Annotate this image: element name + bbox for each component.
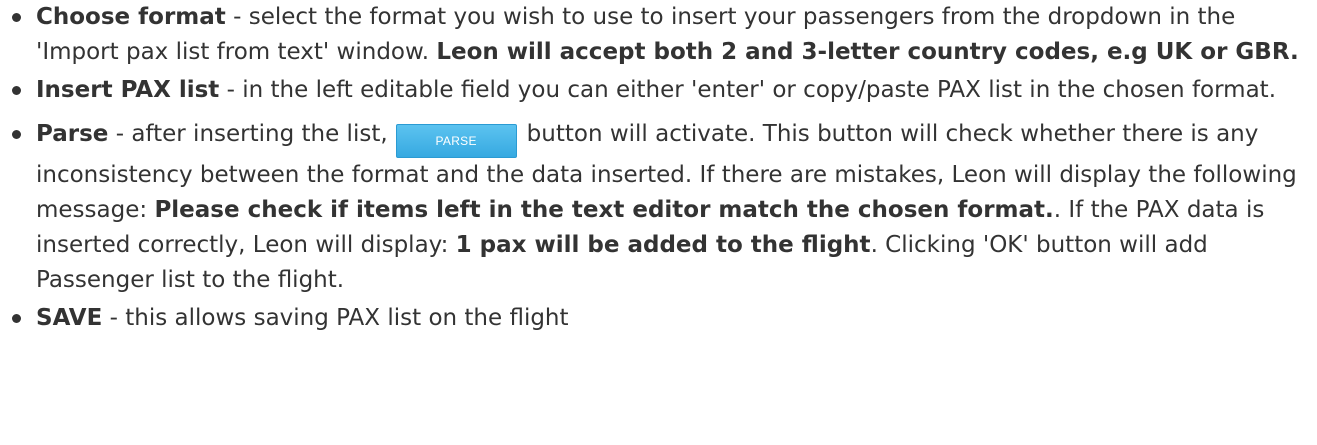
item-bold-message: Please check if items left in the text e… xyxy=(154,197,1054,223)
list-item-insert-pax-list: Insert PAX list - in the left editable f… xyxy=(12,73,1317,108)
item-text: - this allows saving PAX list on the fli… xyxy=(102,305,569,331)
bullet-icon xyxy=(12,314,21,323)
list-item-choose-format: Choose format - select the format you wi… xyxy=(12,0,1317,70)
item-title: Parse xyxy=(36,121,109,147)
list-item-save: SAVE - this allows saving PAX list on th… xyxy=(12,301,1317,336)
item-bold-note: Leon will accept both 2 and 3-letter cou… xyxy=(436,39,1299,65)
item-text: - after inserting the list, xyxy=(108,121,388,147)
item-title: Choose format xyxy=(36,4,226,30)
bullet-icon xyxy=(12,130,21,139)
item-title: Insert PAX list xyxy=(36,77,220,103)
bullet-icon xyxy=(12,13,21,22)
item-bold-result: 1 pax will be added to the flight xyxy=(455,232,871,258)
parse-button[interactable]: PARSE xyxy=(395,124,517,158)
instructions-list: Choose format - select the format you wi… xyxy=(0,0,1317,336)
item-title: SAVE xyxy=(36,305,103,331)
bullet-icon xyxy=(12,86,21,95)
list-item-parse: Parse - after inserting the list, PARSE bu… xyxy=(12,117,1317,298)
item-text: - in the left editable field you can eit… xyxy=(219,77,1276,103)
